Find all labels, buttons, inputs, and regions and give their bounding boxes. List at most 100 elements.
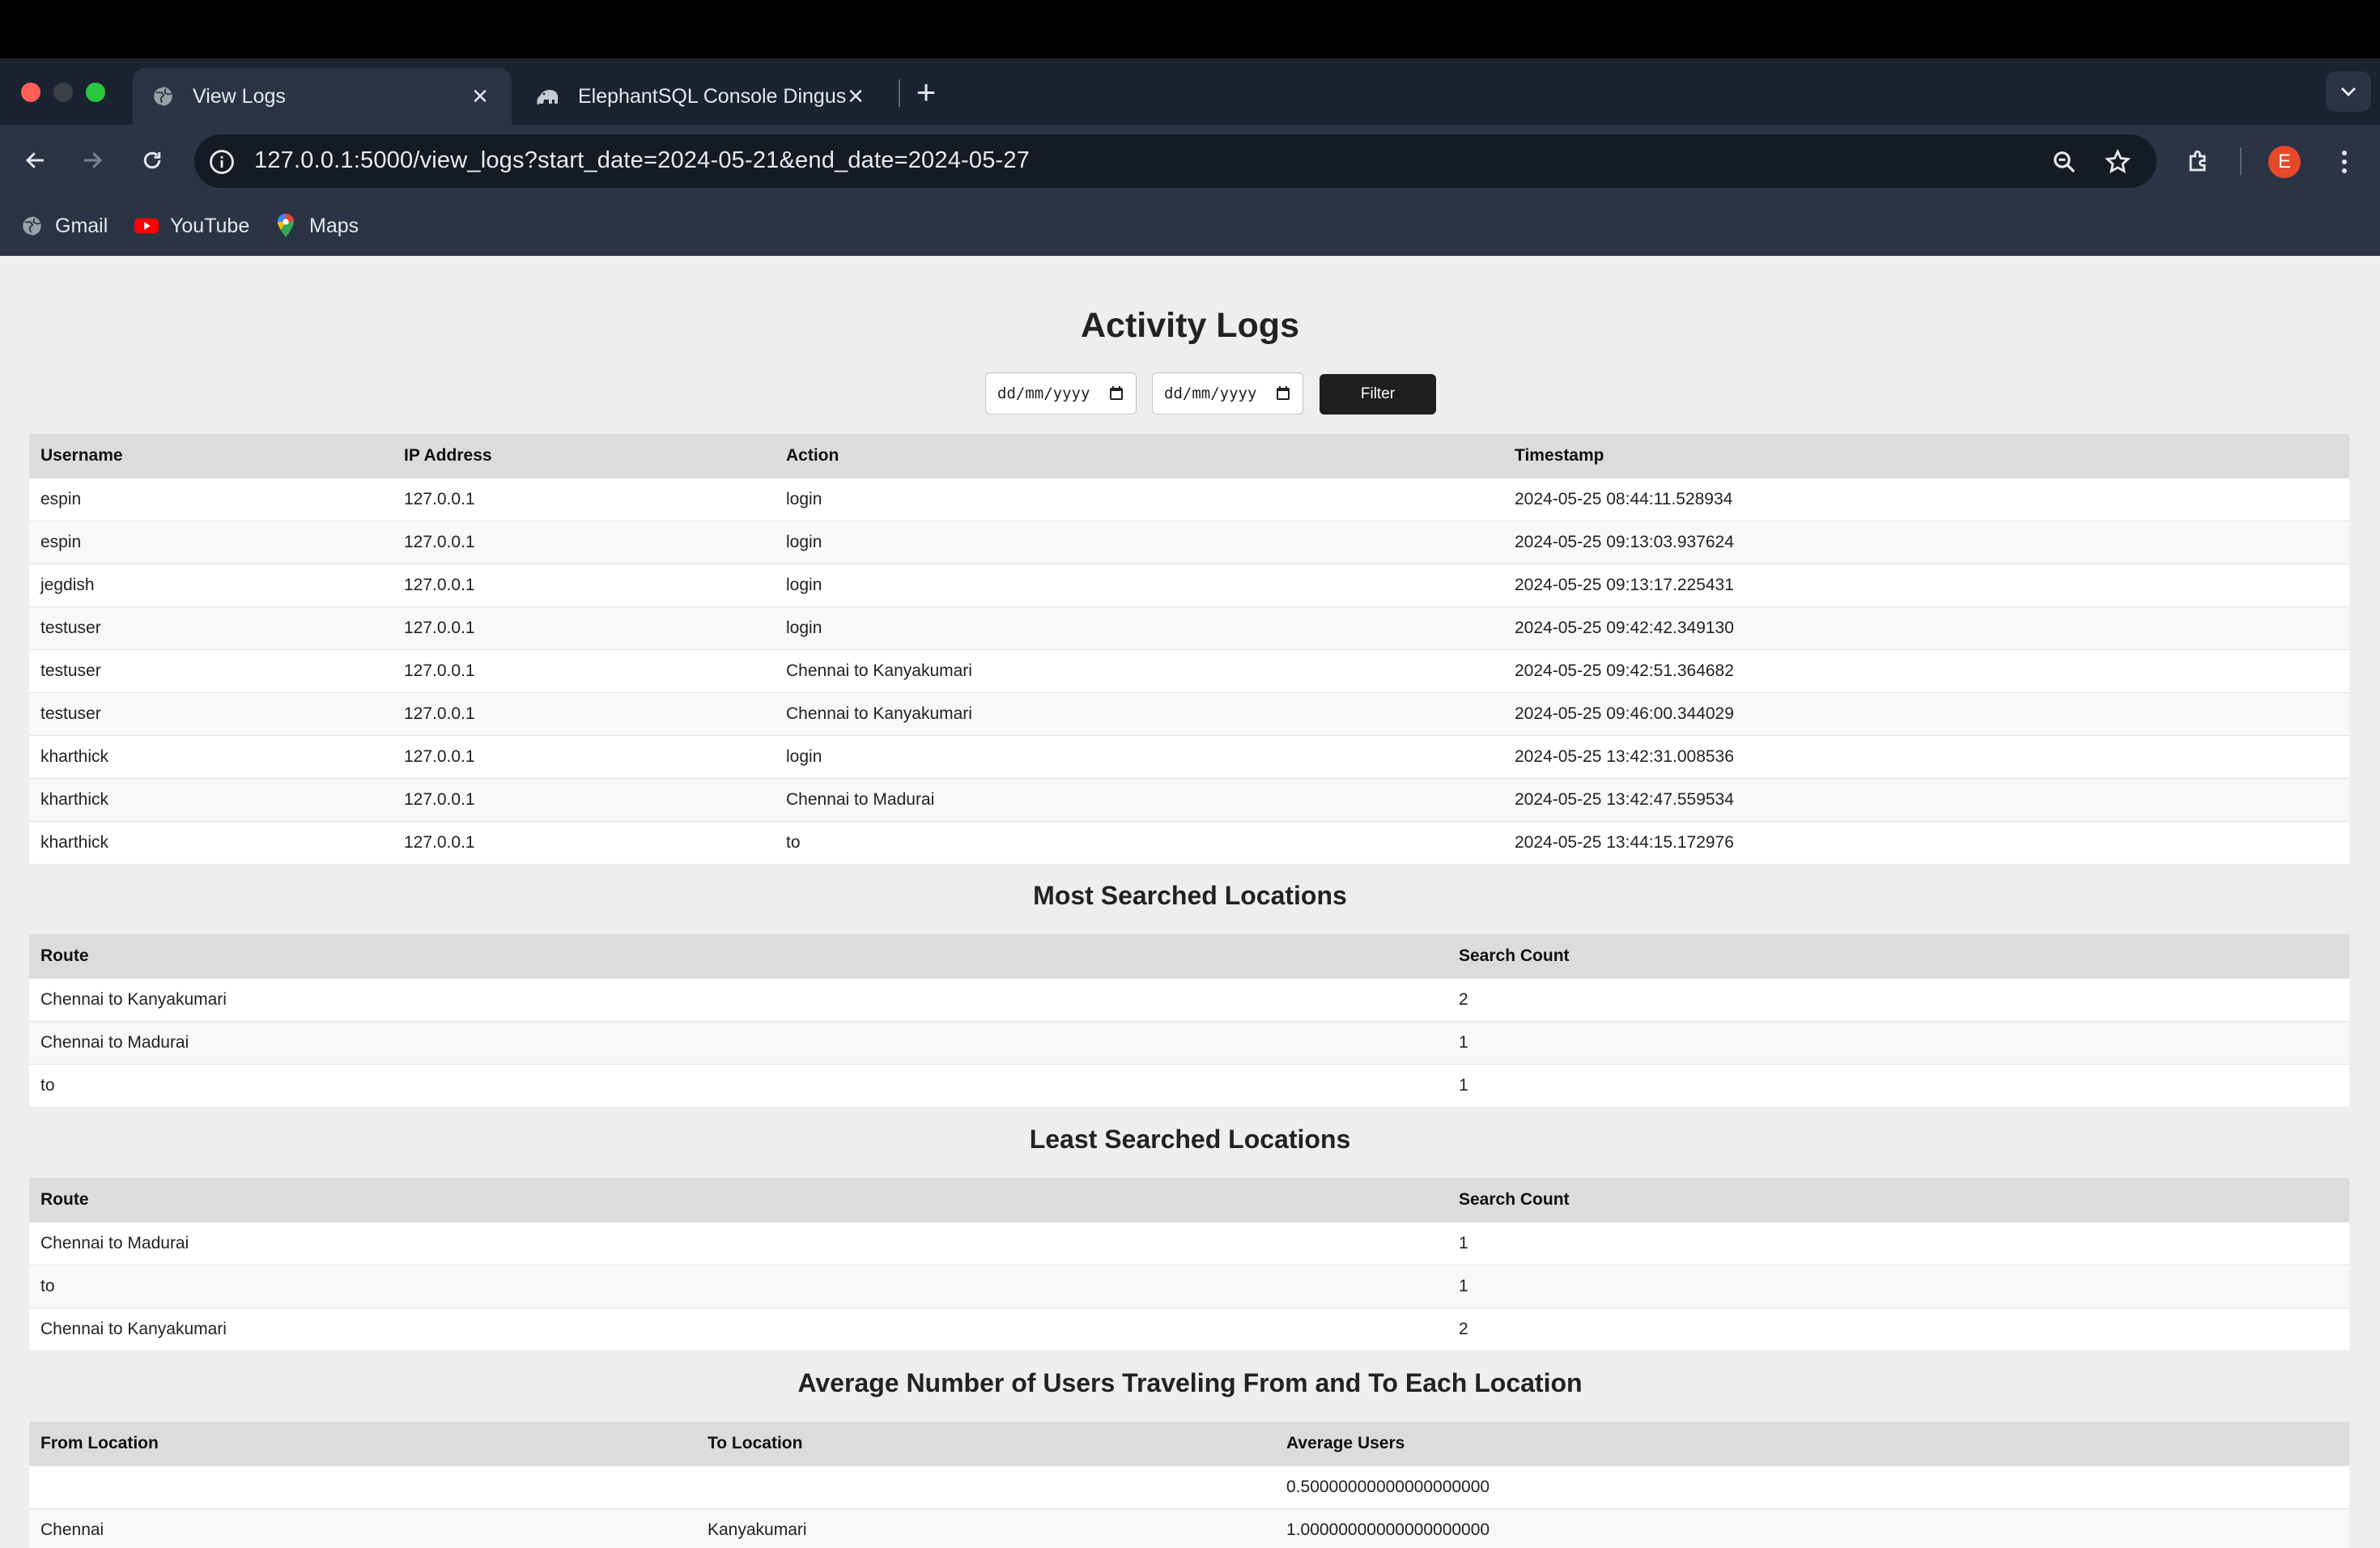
url-text[interactable]: 127.0.0.1:5000/view_logs?start_date=2024… [254, 147, 1030, 174]
table-header-row: Route Search Count [29, 934, 2349, 978]
table-cell: testuser [29, 649, 393, 692]
elephant-icon [536, 84, 560, 108]
table-cell: Chennai to Kanyakumari [29, 1307, 1447, 1350]
table-cell: testuser [29, 691, 393, 735]
table-header-row: Route Search Count [29, 1178, 2349, 1222]
table-row: kharthick 127.0.0.1 Chennai to Madurai 2024… [29, 777, 2349, 821]
globe-icon [151, 84, 175, 108]
reload-button[interactable] [134, 142, 170, 178]
table-cell: login [775, 563, 1503, 606]
chevron-down-icon [2340, 87, 2357, 97]
table-cell: 127.0.0.1 [393, 777, 775, 821]
table-cell: to [775, 820, 1503, 864]
table-cell: Chennai to Madurai [29, 1221, 1447, 1265]
table-cell: 1 [1447, 1020, 2349, 1064]
more-menu-icon[interactable] [2328, 146, 2361, 178]
table-cell: 2024-05-25 13:44:15.172976 [1503, 820, 2349, 864]
new-tab-button[interactable]: + [908, 75, 944, 112]
table-cell: 127.0.0.1 [393, 691, 775, 735]
maps-pin-icon [274, 214, 298, 238]
table-cell: 127.0.0.1 [393, 563, 775, 606]
table-cell: Kanyakumari [696, 1508, 1275, 1548]
zoom-icon[interactable] [2048, 146, 2080, 178]
window-minimize-button[interactable] [53, 83, 73, 102]
most-searched-title: Most Searched Locations [1033, 881, 1347, 910]
table-cell: 2024-05-25 09:13:17.225431 [1503, 563, 2349, 606]
youtube-icon [134, 214, 159, 238]
table-cell: Chennai to Madurai [29, 1020, 1447, 1064]
table-row: espin 127.0.0.1 login 2024-05-25 08:44:11.5… [29, 477, 2349, 521]
bookmark-label: Maps [309, 214, 359, 237]
site-info-icon[interactable] [206, 146, 238, 178]
tab-divider [899, 79, 900, 107]
table-row: to 1 [29, 1063, 2349, 1107]
column-header-ip-address: IP Address [393, 434, 775, 478]
table-cell: kharthick [29, 734, 393, 778]
table-cell: Chennai to Kanyakumari [775, 649, 1503, 692]
bookmark-maps[interactable]: Maps [274, 212, 359, 240]
table-row: testuser 127.0.0.1 Chennai to Kanyakumari 2… [29, 691, 2349, 735]
column-header-to-location: To Location [696, 1422, 1275, 1465]
tab-close-icon[interactable]: × [842, 83, 869, 110]
bookmark-label: Gmail [55, 214, 108, 237]
least-searched-body: Chennai to Madurai 1 to 1 Chennai to Kanyaku… [29, 1221, 2349, 1350]
bookmark-gmail[interactable]: Gmail [19, 212, 108, 240]
most-searched-body: Chennai to Kanyakumari 2 Chennai to Madura… [29, 977, 2349, 1107]
column-header-average-users: Average Users [1275, 1422, 2349, 1465]
least-searched-table: Route Search Count Chennai to Madurai 1 to… [29, 1178, 2349, 1350]
start-date-placeholder: dd/mm/yyyy [997, 385, 1090, 402]
tab-view-logs[interactable]: View Logs × [133, 68, 512, 125]
most-searched-table: Route Search Count Chennai to Kanyakumar… [29, 934, 2349, 1107]
table-cell: 0.50000000000000000000 [1275, 1465, 2349, 1508]
table-cell: jegdish [29, 563, 393, 606]
table-cell: 2024-05-25 09:46:00.344029 [1503, 691, 2349, 735]
forward-button[interactable] [74, 142, 110, 178]
column-header-route: Route [29, 1178, 1447, 1222]
table-cell [29, 1465, 696, 1508]
average-users-table: From Location To Location Average Users … [29, 1422, 2349, 1548]
table-cell: 1.00000000000000000000 [1275, 1508, 2349, 1548]
table-row: jegdish 127.0.0.1 login 2024-05-25 09:13:17… [29, 563, 2349, 606]
table-row: Chennai Kanyakumari 1.00000000000000000000 [29, 1508, 2349, 1548]
table-cell: to [29, 1264, 1447, 1308]
table-cell: 127.0.0.1 [393, 649, 775, 692]
page-content: Activity Logs dd/mm/yyyy dd/mm/yyyy Filt… [0, 256, 2380, 1548]
table-cell: login [775, 606, 1503, 649]
profile-avatar[interactable]: E [2268, 146, 2301, 178]
table-cell: login [775, 477, 1503, 521]
window-maximize-button[interactable] [86, 83, 105, 102]
tab-close-icon[interactable]: × [466, 83, 494, 110]
table-row: kharthick 127.0.0.1 login 2024-05-25 13:42:… [29, 734, 2349, 778]
table-cell: 2024-05-25 13:42:31.008536 [1503, 734, 2349, 778]
end-date-placeholder: dd/mm/yyyy [1164, 385, 1257, 402]
extensions-icon[interactable] [2182, 146, 2215, 178]
filter-button[interactable]: Filter [1320, 374, 1436, 415]
end-date-input[interactable]: dd/mm/yyyy [1152, 372, 1303, 415]
table-cell: 2 [1447, 1307, 2349, 1350]
table-cell: 127.0.0.1 [393, 520, 775, 563]
table-cell: 127.0.0.1 [393, 820, 775, 864]
tab-title: View Logs [193, 84, 286, 108]
window-close-button[interactable] [21, 83, 40, 102]
calendar-icon[interactable] [1108, 385, 1124, 402]
table-cell: 2024-05-25 09:42:42.349130 [1503, 606, 2349, 649]
bookmark-youtube[interactable]: YouTube [134, 212, 249, 240]
activity-logs-table: Username IP Address Action Timestamp esp… [29, 434, 2349, 864]
table-cell: 127.0.0.1 [393, 734, 775, 778]
table-cell: 2024-05-25 13:42:47.559534 [1503, 777, 2349, 821]
table-cell: Chennai to Madurai [775, 777, 1503, 821]
tab-elephantsql[interactable]: ElephantSQL Console Dingus × [518, 68, 890, 125]
back-button[interactable] [18, 142, 53, 178]
tab-search-button[interactable] [2326, 71, 2371, 112]
table-cell: 2024-05-25 09:13:03.937624 [1503, 520, 2349, 563]
table-row: Chennai to Kanyakumari 2 [29, 1307, 2349, 1350]
bookmark-star-icon[interactable] [2102, 146, 2134, 178]
calendar-icon[interactable] [1275, 385, 1291, 402]
table-cell: 2024-05-25 08:44:11.528934 [1503, 477, 2349, 521]
start-date-input[interactable]: dd/mm/yyyy [985, 372, 1137, 415]
table-row: kharthick 127.0.0.1 to 2024-05-25 13:44:15.… [29, 820, 2349, 864]
table-cell: espin [29, 477, 393, 521]
column-header-search-count: Search Count [1447, 934, 2349, 978]
table-cell: testuser [29, 606, 393, 649]
table-cell: espin [29, 520, 393, 563]
